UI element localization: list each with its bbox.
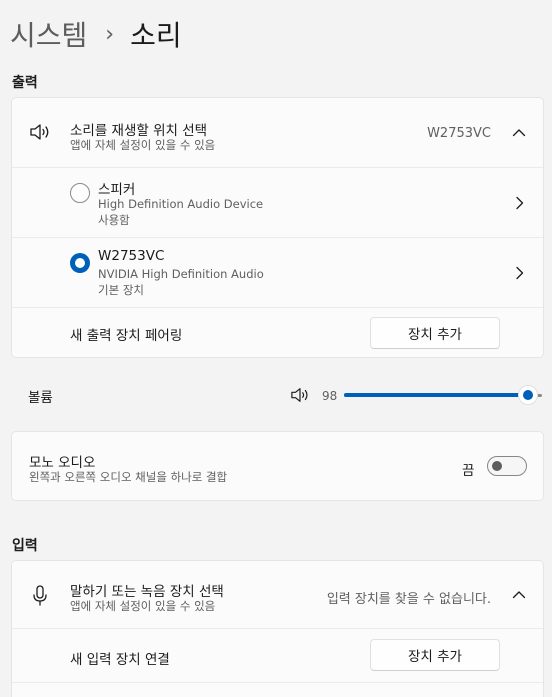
output-section-title: 출력 — [12, 75, 38, 91]
device-description: NVIDIA High Definition Audio — [98, 267, 264, 281]
pair-output-row: 새 출력 장치 페어링 장치 추가 — [12, 308, 543, 357]
toggle-knob — [492, 461, 502, 471]
volume-slider-thumb[interactable] — [518, 385, 539, 405]
device-name: W2753VC — [98, 248, 165, 264]
connect-input-row: 새 입력 장치 연결 장치 추가 — [12, 629, 543, 681]
input-select-value: 입력 장치를 찾을 수 없습니다. — [326, 592, 491, 607]
output-location-value: W2753VC — [427, 126, 491, 141]
device-name: 스피커 — [98, 182, 136, 198]
volume-slider[interactable] — [344, 385, 542, 405]
device-item-w2753vc[interactable]: W2753VC NVIDIA High Definition Audio 기본 … — [12, 238, 543, 307]
volume-slider-fill — [344, 393, 529, 397]
chevron-right-icon[interactable] — [515, 266, 524, 280]
input-section-title: 입력 — [12, 538, 38, 554]
breadcrumb-separator: › — [105, 21, 115, 47]
input-select-title: 말하기 또는 녹음 장치 선택 — [70, 584, 224, 600]
input-select-subtitle: 앱에 자체 설정이 있을 수 있음 — [70, 599, 216, 613]
mono-audio-toggle[interactable] — [487, 456, 527, 476]
mono-audio-title: 모노 오디오 — [29, 455, 96, 471]
connect-input-label: 새 입력 장치 연결 — [70, 652, 170, 668]
mono-audio-state: 끔 — [462, 463, 475, 479]
input-card: 말하기 또는 녹음 장치 선택 앱에 자체 설정이 있을 수 있음 입력 장치를… — [11, 560, 544, 697]
chevron-up-icon[interactable] — [512, 128, 526, 137]
volume-value: 98 — [322, 389, 338, 403]
output-location-title: 소리를 재생할 위치 선택 — [70, 123, 208, 139]
mono-audio-card: 모노 오디오 왼쪽과 오른쪽 오디오 채널을 하나로 결합 끔 — [11, 431, 544, 501]
speakers-radio[interactable] — [70, 183, 90, 203]
add-output-device-button[interactable]: 장치 추가 — [370, 317, 500, 349]
output-location-row[interactable]: 소리를 재생할 위치 선택 앱에 자체 설정이 있을 수 있음 W2753VC — [12, 98, 543, 167]
output-location-subtitle: 앱에 자체 설정이 있을 수 있음 — [70, 138, 216, 152]
add-input-device-button[interactable]: 장치 추가 — [370, 639, 500, 671]
pair-output-label: 새 출력 장치 페어링 — [70, 328, 183, 344]
device-status: 사용함 — [98, 213, 130, 227]
breadcrumb-parent-system[interactable]: 시스템 — [10, 14, 87, 54]
input-select-row[interactable]: 말하기 또는 녹음 장치 선택 앱에 자체 설정이 있을 수 있음 입력 장치를… — [12, 561, 543, 628]
device-item-speakers[interactable]: 스피커 High Definition Audio Device 사용함 — [12, 168, 543, 237]
volume-speaker-icon[interactable] — [289, 386, 311, 404]
device-description: High Definition Audio Device — [98, 197, 264, 211]
microphone-icon — [33, 585, 47, 606]
volume-label: 볼륨 — [28, 390, 53, 406]
chevron-up-icon[interactable] — [512, 590, 526, 599]
output-card: 소리를 재생할 위치 선택 앱에 자체 설정이 있을 수 있음 W2753VC … — [11, 97, 544, 358]
breadcrumb: 시스템 › 소리 — [10, 14, 182, 54]
speaker-icon — [30, 124, 49, 140]
page-title: 소리 — [130, 19, 182, 52]
w2753vc-radio[interactable] — [70, 253, 90, 273]
chevron-right-icon[interactable] — [515, 196, 524, 210]
device-status: 기본 장치 — [98, 283, 144, 297]
divider — [12, 682, 543, 683]
mono-audio-subtitle: 왼쪽과 오른쪽 오디오 채널을 하나로 결합 — [29, 470, 228, 484]
